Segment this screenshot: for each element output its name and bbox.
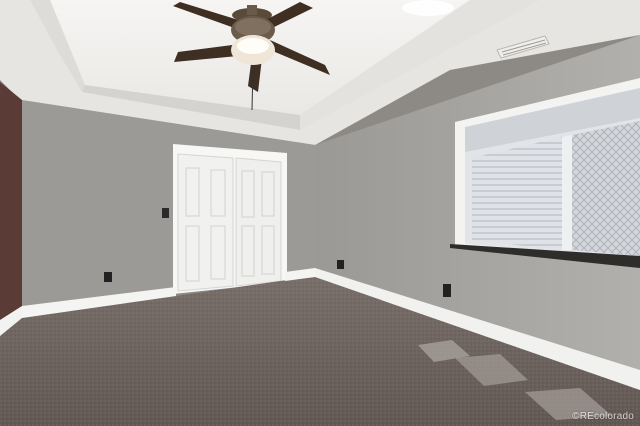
electrical-outlet [337,260,344,269]
ceiling-light-glare [402,0,454,16]
watermark: ©REcolorado [572,411,634,422]
electrical-outlet [104,272,112,282]
closet-double-door [173,144,287,294]
light-switch [162,208,169,218]
room-photo: ©REcolorado [0,0,640,426]
accent-wall [0,82,22,330]
room-illustration [0,0,640,426]
electrical-outlet [443,284,451,297]
